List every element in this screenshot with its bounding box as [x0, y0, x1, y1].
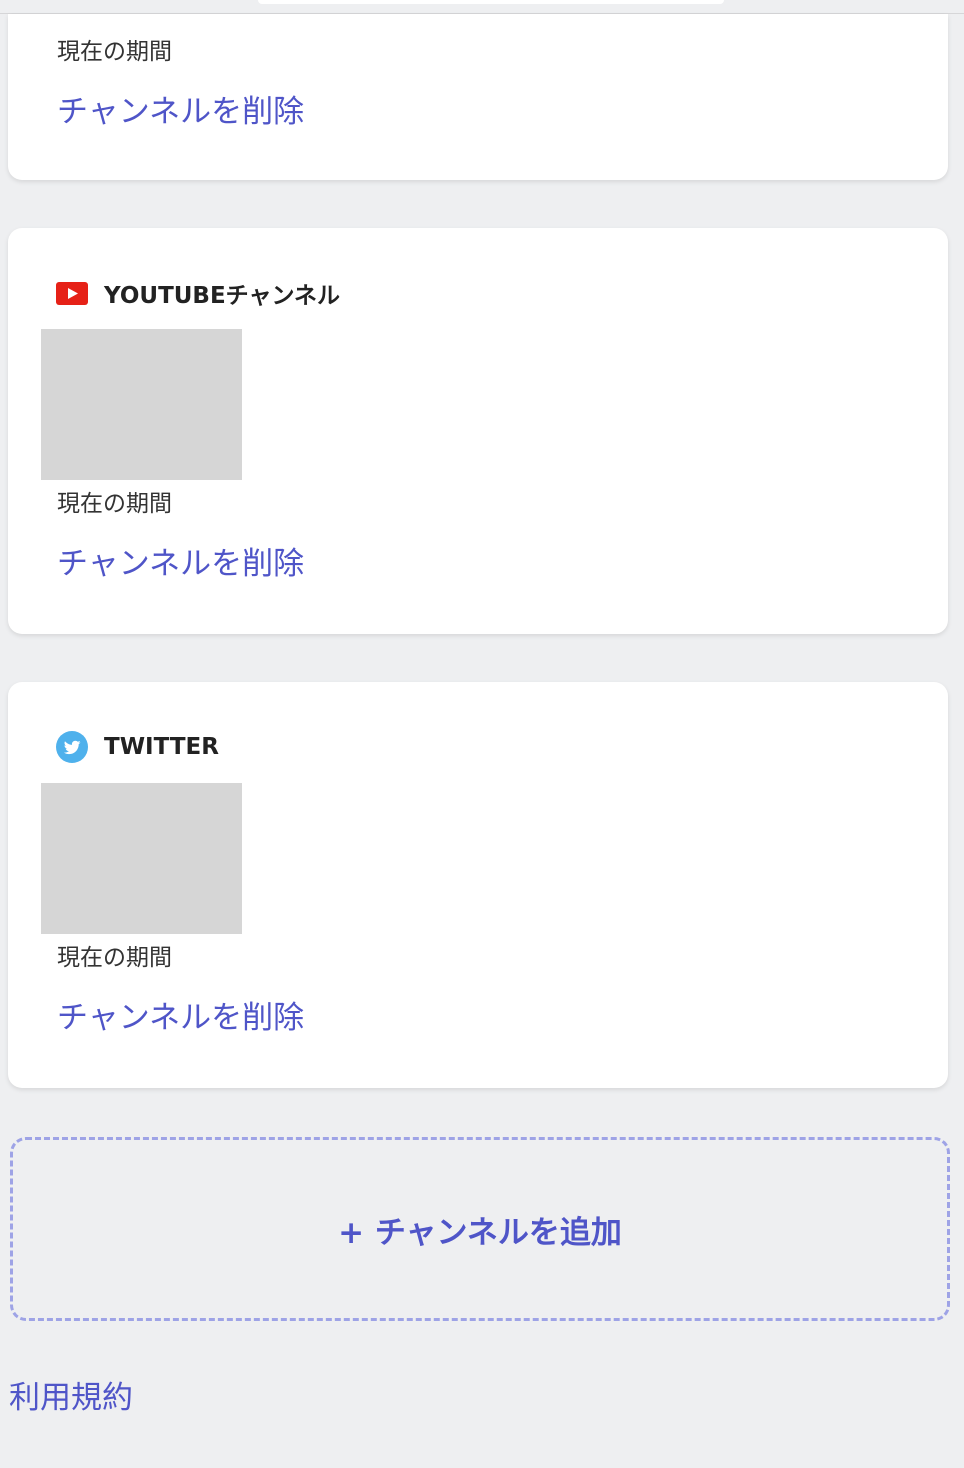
- channel-card: 現在の期間 チャンネルを削除: [8, 14, 948, 180]
- channel-card-twitter: TWITTER 現在の期間 チャンネルを削除: [8, 682, 948, 1088]
- remove-channel-link[interactable]: チャンネルを削除: [57, 538, 304, 583]
- top-bar-pill: [258, 0, 724, 4]
- current-period-label: 現在の期間: [57, 491, 172, 517]
- current-period-label: 現在の期間: [57, 39, 172, 65]
- channel-header: TWITTER: [56, 731, 219, 763]
- remove-channel-link[interactable]: チャンネルを削除: [57, 86, 304, 131]
- top-bar: [0, 0, 964, 14]
- channel-card-youtube: YOUTUBEチャンネル 現在の期間 チャンネルを削除: [8, 228, 948, 634]
- channel-thumbnail: [41, 329, 242, 480]
- terms-link[interactable]: 利用規約: [9, 1372, 133, 1417]
- current-period-label: 現在の期間: [57, 945, 172, 971]
- channel-platform-name: TWITTER: [104, 734, 219, 760]
- channel-platform-name: YOUTUBEチャンネル: [104, 283, 340, 309]
- add-channel-button[interactable]: + チャンネルを追加: [10, 1137, 950, 1321]
- youtube-icon: [56, 281, 88, 305]
- remove-channel-link[interactable]: チャンネルを削除: [57, 992, 304, 1037]
- twitter-icon: [56, 731, 88, 763]
- channel-header: YOUTUBEチャンネル: [56, 278, 340, 309]
- channel-thumbnail: [41, 783, 242, 934]
- add-channel-label: + チャンネルを追加: [338, 1214, 622, 1251]
